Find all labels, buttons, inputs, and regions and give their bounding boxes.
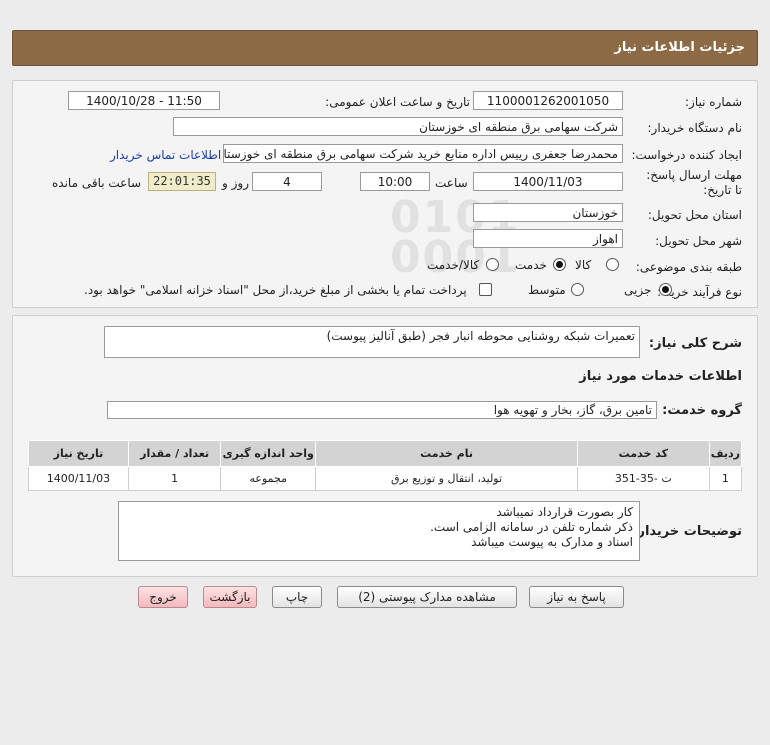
city-field: اهواز [473,229,623,248]
category-option-service: خدمت [515,258,547,272]
col-row: ردیف [708,440,743,467]
col-need-date: تاریخ نیاز [28,440,129,467]
page-header: جزئیات اطلاعات نیاز [12,30,758,66]
table-row: 1 ت -35-351 تولید، انتقال و توزیع برق مج… [28,466,743,491]
summary-field: تعمیرات شبکه روشنایی محوطه انبار فجر (طب… [104,326,640,358]
category-option-goods-service: کالا/خدمت [427,258,480,272]
exit-button[interactable]: خروج [138,586,188,608]
buyer-notes-label: توضیحات خریدار: [632,524,742,539]
process-radio-minor[interactable] [659,283,672,296]
deadline-label: مهلت ارسال پاسخ: تا تاریخ: [646,168,742,197]
buyer-contact-link[interactable]: اطلاعات تماس خریدار [110,148,221,162]
buyer-notes-field: کار بصورت قرارداد نمیباشد ذکر شماره تلفن… [118,501,640,561]
category-label: طبقه بندی موضوعی: [635,260,742,274]
cell-need-date: 1400/11/03 [28,466,129,491]
view-attachments-button[interactable]: مشاهده مدارک پیوستی (2) [337,586,517,608]
col-unit: واحد اندازه گیری [220,440,317,467]
cell-service-code: ت -35-351 [576,466,710,491]
cell-service-name: تولید، انتقال و توزیع برق [315,466,578,491]
services-heading: اطلاعات خدمات مورد نیاز [579,369,742,384]
summary-label: شرح کلی نیاز: [648,336,742,351]
category-radio-goods[interactable] [606,258,619,271]
treasury-payment-note: پرداخت تمام یا بخشی از مبلغ خرید،از محل … [84,283,467,297]
category-radio-service[interactable] [553,258,566,271]
col-service-name: نام خدمت [315,440,578,467]
print-button[interactable]: چاپ [272,586,322,608]
cell-quantity: 1 [127,466,222,491]
buyer-org-field: شرکت سهامی برق منطقه ای خوزستان [173,117,623,136]
deadline-time-field: 10:00 [360,172,430,191]
cell-unit: مجموعه [220,466,317,491]
process-option-medium: متوسط [528,283,566,297]
col-quantity: تعداد / مقدار [127,440,222,467]
table-header-row: ردیف کد خدمت نام خدمت واحد اندازه گیری ت… [28,440,743,467]
service-group-label: گروه خدمت: [662,403,742,418]
cell-row: 1 [708,466,743,491]
deadline-days-field: 4 [252,172,322,191]
page-title: جزئیات اطلاعات نیاز [614,40,745,55]
process-radio-medium[interactable] [571,283,584,296]
requester-field: محمدرضا جعفری رییس اداره منابع خرید شرکت… [223,144,623,163]
back-button[interactable]: بازگشت [203,586,257,608]
remaining-time-timer: 22:01:35 [148,172,216,191]
need-number-field: 1100001262001050 [473,91,623,110]
service-group-field: تامین برق، گاز، بخار و تهویه هوا [107,401,657,419]
announce-datetime-field: 1400/10/28 - 11:50 [68,91,220,110]
buyer-org-label: نام دستگاه خریدار: [647,121,743,135]
announce-datetime-label: تاریخ و ساعت اعلان عمومی: [325,95,470,109]
deadline-time-label: ساعت [435,176,468,190]
treasury-payment-checkbox[interactable] [479,283,492,296]
requester-label: ایجاد کننده درخواست: [631,148,742,162]
process-option-minor: جزیی [624,283,652,297]
province-field: خوزستان [473,203,623,222]
services-table: ردیف کد خدمت نام خدمت واحد اندازه گیری ت… [28,440,743,491]
city-label: شهر محل تحویل: [655,234,742,248]
category-radio-goods-service[interactable] [486,258,499,271]
reply-button[interactable]: پاسخ به نیاز [529,586,624,608]
col-service-code: کد خدمت [576,440,710,467]
need-number-label: شماره نیاز: [685,95,742,109]
deadline-date-field: 1400/11/03 [473,172,623,191]
province-label: استان محل تحویل: [647,208,742,222]
remaining-time-label: ساعت باقی مانده [52,176,142,190]
deadline-days-label: روز و [222,176,249,190]
category-option-goods: کالا [575,258,592,272]
